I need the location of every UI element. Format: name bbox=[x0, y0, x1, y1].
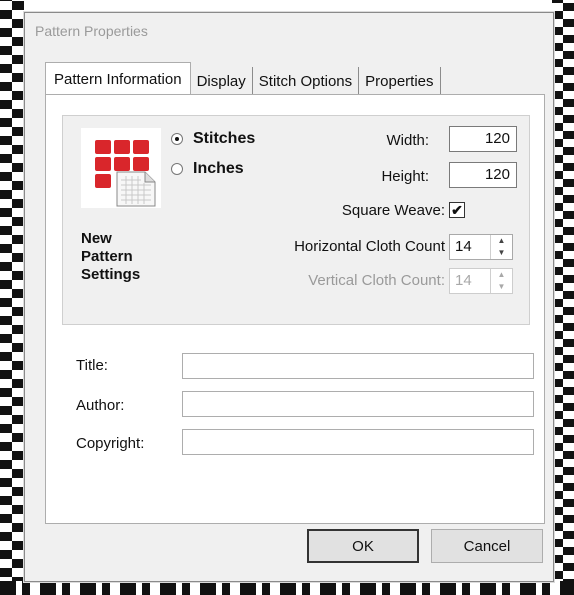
checkered-border-bottom bbox=[0, 581, 574, 595]
heading-line: Pattern bbox=[81, 248, 133, 265]
cancel-button[interactable]: Cancel bbox=[431, 529, 543, 563]
horizontal-cloth-count-value: 14 bbox=[455, 238, 472, 255]
title-label: Title: bbox=[76, 357, 108, 374]
tab-panel-pattern-information: New Pattern Settings Stitches Inches Wid… bbox=[45, 94, 545, 524]
checkered-border-right bbox=[552, 0, 574, 595]
spin-down-icon[interactable]: ▼ bbox=[491, 247, 512, 259]
spinner-arrows[interactable]: ▲ ▼ bbox=[490, 235, 512, 259]
height-input[interactable]: 120 bbox=[449, 162, 517, 188]
heading-line: New bbox=[81, 230, 112, 247]
title-input[interactable] bbox=[182, 353, 534, 379]
author-label: Author: bbox=[76, 397, 125, 414]
ok-button[interactable]: OK bbox=[307, 529, 419, 563]
heading-line: Settings bbox=[81, 266, 141, 283]
spin-down-icon: ▼ bbox=[497, 282, 506, 291]
vertical-cloth-count-value: 14 bbox=[455, 272, 472, 289]
pattern-properties-dialog: Pattern Properties Pattern Information D… bbox=[24, 12, 554, 582]
square-weave-checkbox[interactable]: ✔ bbox=[449, 202, 465, 218]
radio-selected-icon bbox=[171, 133, 183, 145]
copyright-label: Copyright: bbox=[76, 435, 145, 452]
new-pattern-settings-heading: New Pattern Settings bbox=[81, 230, 140, 284]
width-label: Width: bbox=[386, 132, 429, 149]
vertical-cloth-count-label: Vertical Cloth Count: bbox=[308, 272, 445, 289]
tab-pattern-information[interactable]: Pattern Information bbox=[45, 62, 191, 96]
tab-strip: Pattern Information Display Stitch Optio… bbox=[45, 62, 441, 96]
radio-inches[interactable]: Inches bbox=[171, 160, 244, 178]
spin-up-icon[interactable]: ▲ bbox=[491, 235, 512, 247]
spin-up-icon: ▲ bbox=[497, 270, 506, 279]
radio-unselected-icon bbox=[171, 163, 183, 175]
spinner-arrows: ▲ ▼ bbox=[490, 269, 512, 293]
vertical-cloth-count-spinner: 14 ▲ ▼ bbox=[449, 268, 513, 294]
author-input[interactable] bbox=[182, 391, 534, 417]
tab-display[interactable]: Display bbox=[191, 67, 253, 95]
radio-stitches-label: Stitches bbox=[193, 130, 256, 147]
window-title: Pattern Properties bbox=[25, 13, 553, 53]
width-input[interactable]: 120 bbox=[449, 126, 517, 152]
copyright-input[interactable] bbox=[182, 429, 534, 455]
square-weave-label: Square Weave: bbox=[341, 202, 445, 219]
pattern-grid-icon bbox=[81, 128, 161, 208]
height-label: Height: bbox=[381, 168, 429, 185]
horizontal-cloth-count-label: Horizontal Cloth Count bbox=[294, 238, 445, 255]
checkered-border-left bbox=[0, 0, 24, 595]
new-pattern-settings-group: New Pattern Settings Stitches Inches Wid… bbox=[62, 115, 530, 325]
tab-properties[interactable]: Properties bbox=[359, 67, 441, 95]
radio-inches-label: Inches bbox=[193, 160, 244, 177]
radio-stitches[interactable]: Stitches bbox=[171, 130, 255, 148]
horizontal-cloth-count-spinner[interactable]: 14 ▲ ▼ bbox=[449, 234, 513, 260]
tab-stitch-options[interactable]: Stitch Options bbox=[253, 67, 360, 95]
